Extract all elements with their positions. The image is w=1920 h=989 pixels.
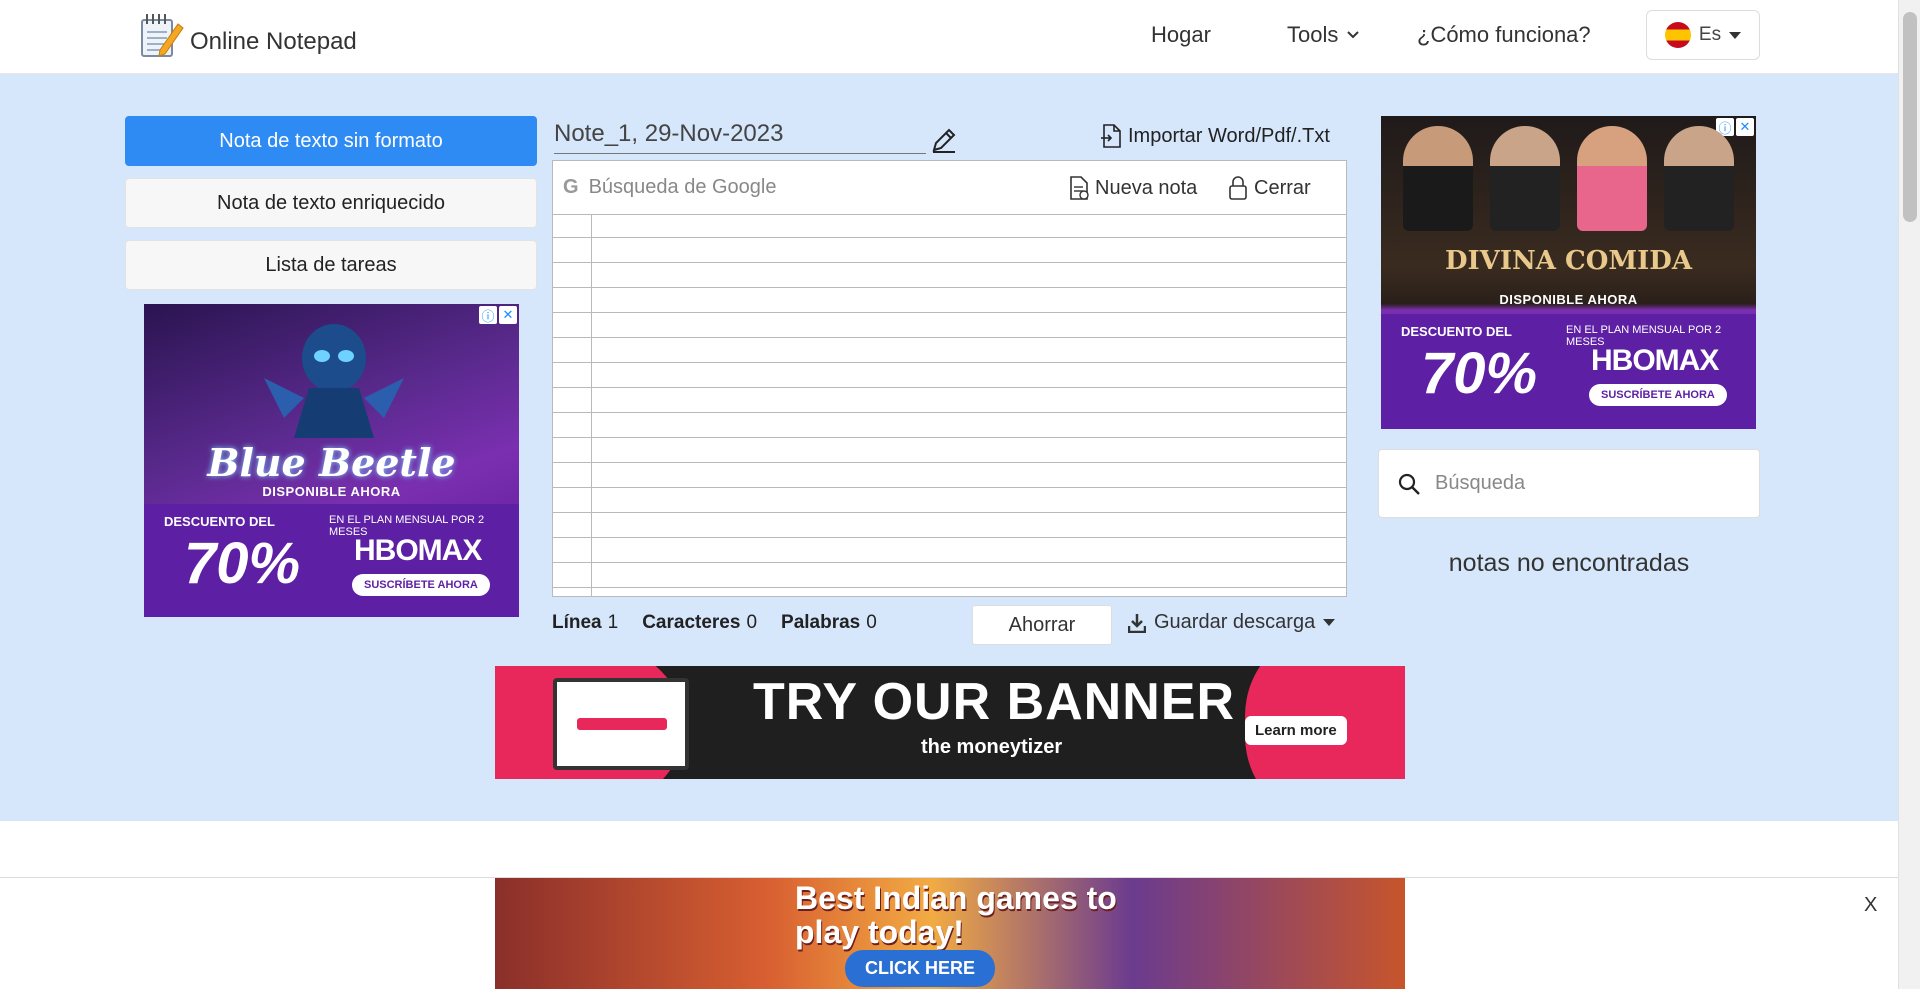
ad-left-brand: HBOMAX	[354, 534, 482, 567]
ad-right[interactable]: ⓘ ✕ DIVINA COMIDA DISPONIBLE AHORA DESCU…	[1381, 116, 1756, 429]
brand-name: Online Notepad	[190, 28, 357, 55]
banner-learn-more[interactable]: Learn more	[1245, 716, 1347, 745]
sidebar-item-todo-list[interactable]: Lista de tareas	[125, 240, 537, 290]
words-value: 0	[866, 612, 877, 633]
line-value: 1	[607, 612, 619, 633]
notes-search-input[interactable]	[1435, 472, 1735, 495]
notes-empty-message: notas no encontradas	[1448, 549, 1690, 577]
bottom-ad-close-button[interactable]: X	[1864, 894, 1877, 917]
laptop-icon	[553, 678, 689, 770]
ad-left-cta[interactable]: SUSCRÍBETE AHORA	[352, 574, 490, 596]
nav-home[interactable]: Hogar	[1151, 22, 1211, 48]
chars-value: 0	[746, 612, 758, 633]
nav-tools-label: Tools	[1287, 22, 1339, 47]
ad-left[interactable]: ⓘ ✕ Blue Beetle DISPONIBLE AHORA DESCUEN…	[144, 304, 519, 617]
import-label: Importar Word/Pdf/.Txt	[1128, 124, 1330, 147]
top-navbar: Online Notepad Hogar Tools ¿Cómo funcion…	[0, 0, 1898, 74]
banner-headline: TRY OUR BANNER	[753, 673, 1236, 731]
import-file-button[interactable]: Importar Word/Pdf/.Txt	[1100, 124, 1330, 148]
caret-down-icon	[1323, 619, 1336, 626]
ad-left-subtitle: DISPONIBLE AHORA	[262, 484, 401, 499]
ad-left-discount-label: DESCUENTO DEL	[164, 514, 275, 529]
nav-how-it-works[interactable]: ¿Cómo funciona?	[1417, 22, 1591, 48]
download-icon	[1128, 613, 1146, 633]
bottom-sticky-ad-bar: Best Indian games to play today! CLICK H…	[0, 877, 1898, 989]
google-g-icon: G	[563, 176, 579, 198]
note-text-area[interactable]	[553, 215, 1346, 597]
spain-flag-icon	[1664, 22, 1691, 48]
google-search-placeholder: Búsqueda de Google	[588, 176, 777, 198]
banner-brand: the moneytizer	[921, 736, 1063, 758]
ad-left-promo: DESCUENTO DEL 70% EN EL PLAN MENSUAL POR…	[144, 504, 519, 617]
language-selector[interactable]: Es	[1646, 10, 1760, 60]
lock-icon	[1229, 176, 1247, 200]
ad-close-icon[interactable]: ✕	[499, 306, 517, 324]
notes-search-box[interactable]	[1378, 449, 1760, 518]
scrollbar-thumb[interactable]	[1903, 12, 1917, 222]
ad-right-brand: HBOMAX	[1591, 344, 1719, 377]
editor-toolbar: G Búsqueda de Google Nueva nota Cerrar	[553, 161, 1346, 215]
search-icon	[1398, 473, 1420, 495]
ad-right-discount-label: DESCUENTO DEL	[1401, 324, 1512, 339]
line-number-gutter	[591, 215, 592, 597]
words-label: Palabras	[781, 612, 861, 633]
file-import-icon	[1101, 124, 1121, 148]
sidebar-item-plain-text[interactable]: Nota de texto sin formato	[125, 116, 537, 166]
new-note-label: Nueva nota	[1095, 176, 1198, 199]
close-note-label: Cerrar	[1254, 176, 1311, 199]
ad-right-discount: 70%	[1421, 341, 1538, 406]
ad-right-subtitle: DISPONIBLE AHORA	[1499, 292, 1638, 307]
ad-info-icon[interactable]: ⓘ	[479, 306, 497, 324]
page-scrollbar[interactable]	[1898, 0, 1920, 989]
bottom-ad[interactable]: Best Indian games to play today! CLICK H…	[495, 878, 1405, 989]
ad-right-title: DIVINA COMIDA	[1444, 246, 1693, 276]
chars-label: Caracteres	[642, 612, 741, 633]
ad-right-cta[interactable]: SUSCRÍBETE AHORA	[1589, 384, 1727, 406]
ad-left-title: Blue Beetle	[207, 440, 456, 485]
ad-right-cast-image	[1381, 116, 1756, 231]
line-label: Línea	[552, 612, 602, 633]
notepad-logo-icon	[138, 10, 184, 60]
new-note-button[interactable]: Nueva nota	[1069, 176, 1197, 200]
bottom-ad-cta[interactable]: CLICK HERE	[845, 950, 996, 987]
save-button[interactable]: Ahorrar	[972, 605, 1112, 645]
sidebar-item-rich-text[interactable]: Nota de texto enriquecido	[125, 178, 537, 228]
google-search-input[interactable]: G Búsqueda de Google	[563, 176, 777, 199]
bottom-ad-headline: Best Indian games to play today!	[795, 880, 1117, 950]
caret-down-icon	[1729, 31, 1742, 39]
download-label: Guardar descarga	[1154, 611, 1316, 633]
editor-stats: Línea 1 Caracteres 0 Palabras 0	[552, 612, 889, 634]
note-editor: G Búsqueda de Google Nueva nota Cerrar	[552, 160, 1347, 597]
new-file-icon	[1070, 176, 1089, 200]
language-label: Es	[1698, 24, 1722, 45]
ad-left-discount: 70%	[184, 531, 301, 596]
close-note-button[interactable]: Cerrar	[1228, 176, 1311, 200]
nav-tools-dropdown[interactable]: Tools	[1287, 22, 1360, 48]
brand-link[interactable]: Online Notepad	[138, 10, 357, 60]
chevron-down-icon	[1347, 31, 1360, 39]
note-title-field[interactable]: Note_1, 29-Nov-2023	[554, 120, 926, 154]
pencil-edit-icon[interactable]	[929, 125, 959, 155]
hero-figure-icon	[264, 324, 404, 438]
ad-choices[interactable]: ⓘ ✕	[479, 306, 517, 324]
banner-ad[interactable]: TRY OUR BANNER the moneytizer Learn more	[495, 666, 1405, 779]
download-dropdown[interactable]: Guardar descarga	[1128, 611, 1336, 634]
ad-right-promo: DESCUENTO DEL 70% EN EL PLAN MENSUAL POR…	[1381, 314, 1756, 429]
